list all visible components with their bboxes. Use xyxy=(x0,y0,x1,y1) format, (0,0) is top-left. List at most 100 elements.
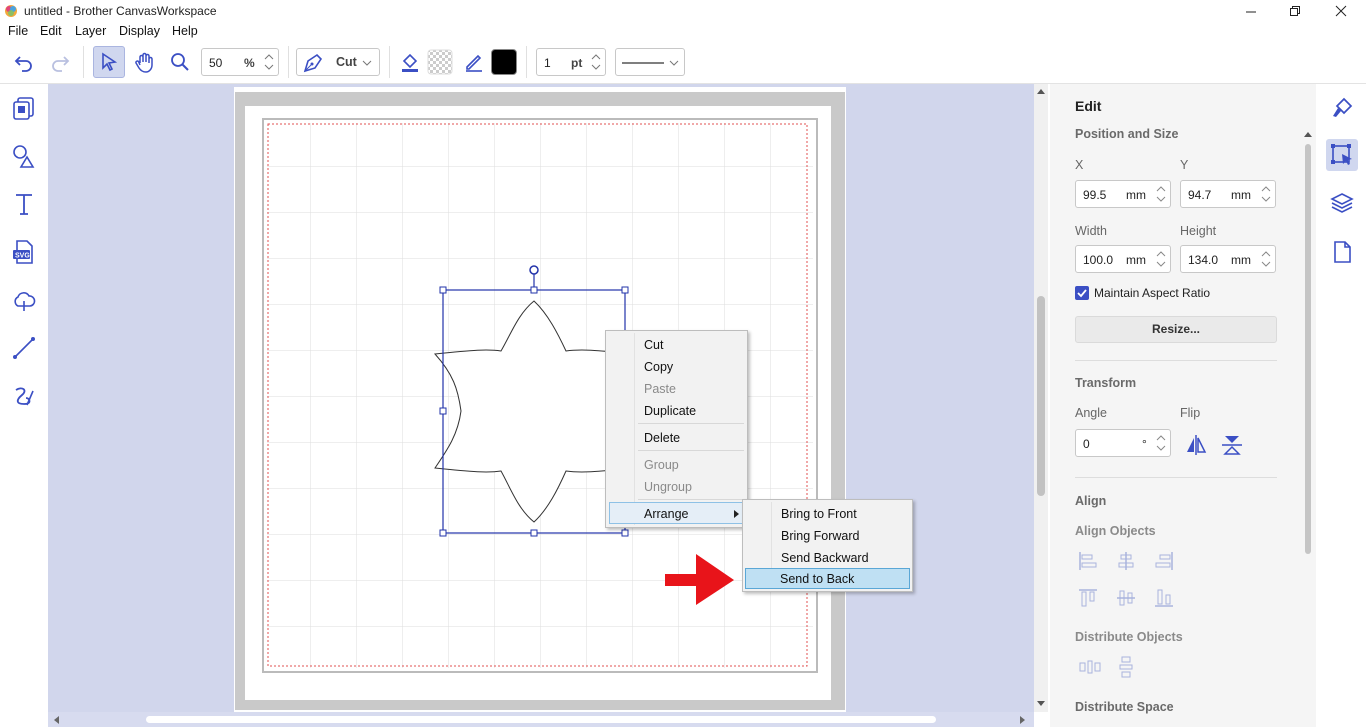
distribute-space-label: Distribute Space xyxy=(1075,700,1174,714)
resize-handle[interactable] xyxy=(439,407,447,415)
y-label: Y xyxy=(1180,158,1189,172)
menu-item-cut[interactable]: Cut xyxy=(644,338,663,352)
distribute-horizontal-icon[interactable] xyxy=(1078,657,1102,677)
line-tool[interactable] xyxy=(8,332,40,364)
align-middle-icon[interactable] xyxy=(1116,588,1136,608)
resize-handle[interactable] xyxy=(621,529,629,537)
align-right-icon[interactable] xyxy=(1154,551,1174,571)
scroll-left-icon xyxy=(54,716,59,724)
menu-item-copy[interactable]: Copy xyxy=(644,360,673,374)
flip-horizontal-icon[interactable] xyxy=(1185,434,1207,456)
rotate-handle[interactable] xyxy=(529,265,539,275)
resize-handle[interactable] xyxy=(530,529,538,537)
rail-layers-button[interactable] xyxy=(1326,187,1358,219)
menu-item-arrange[interactable]: Arrange xyxy=(609,502,745,524)
resize-handle[interactable] xyxy=(530,286,538,294)
section-position-size: Position and Size xyxy=(1075,127,1179,141)
image-trace-tool[interactable] xyxy=(8,284,40,316)
magnifier-icon xyxy=(171,53,189,71)
x-label: X xyxy=(1075,158,1084,172)
vertical-scroll-thumb[interactable] xyxy=(1037,296,1045,496)
svg-import-tool[interactable]: SVG xyxy=(8,236,40,268)
menu-item-delete[interactable]: Delete xyxy=(644,431,680,445)
arrange-submenu: Bring to Front Bring Forward Send Backwa… xyxy=(742,499,913,592)
x-field[interactable]: 99.5 mm xyxy=(1075,180,1171,208)
section-transform: Transform xyxy=(1075,376,1137,390)
menu-item-bring-to-front[interactable]: Bring to Front xyxy=(781,507,857,521)
width-stepper[interactable] xyxy=(1154,248,1168,270)
line-style-dropdown[interactable] xyxy=(615,48,685,76)
menu-item-send-to-back[interactable]: Send to Back xyxy=(745,568,910,589)
rail-edit-button[interactable] xyxy=(1326,139,1358,171)
menu-item-send-backward[interactable]: Send Backward xyxy=(781,551,869,565)
align-left-icon[interactable] xyxy=(1078,551,1098,571)
menu-edit[interactable]: Edit xyxy=(40,24,62,38)
line-width-value: 1 xyxy=(544,56,551,70)
pan-tool-button[interactable] xyxy=(129,46,161,78)
undo-button[interactable] xyxy=(8,46,40,78)
close-button[interactable] xyxy=(1318,0,1364,22)
panel-scroll-thumb[interactable] xyxy=(1305,144,1311,554)
resize-handle[interactable] xyxy=(439,529,447,537)
menu-bar: File Edit Layer Display Help xyxy=(0,22,1366,40)
menu-item-bring-forward[interactable]: Bring Forward xyxy=(781,529,860,543)
minimize-button[interactable] xyxy=(1228,0,1274,22)
canvas-vertical-scrollbar[interactable] xyxy=(1034,84,1048,712)
angle-field[interactable]: 0 ° xyxy=(1075,429,1171,457)
templates-tool[interactable] xyxy=(8,92,40,124)
menu-layer[interactable]: Layer xyxy=(75,24,106,38)
line-color-button[interactable] xyxy=(458,46,490,78)
x-stepper[interactable] xyxy=(1154,183,1168,205)
menu-file[interactable]: File xyxy=(8,24,28,38)
align-bottom-icon[interactable] xyxy=(1154,588,1174,608)
resize-button[interactable]: Resize... xyxy=(1075,316,1277,343)
line-width-stepper[interactable] xyxy=(589,51,603,73)
shapes-tool[interactable] xyxy=(8,140,40,172)
x-unit: mm xyxy=(1126,188,1146,202)
angle-stepper[interactable] xyxy=(1154,432,1168,454)
paint-brush-icon xyxy=(1333,97,1353,117)
fill-color-button[interactable] xyxy=(394,46,426,78)
canvas-area[interactable] xyxy=(48,84,1034,712)
restore-button[interactable] xyxy=(1272,0,1318,22)
toolbar-separator xyxy=(288,46,289,78)
width-label: Width xyxy=(1075,224,1107,238)
fill-pattern-button[interactable] xyxy=(424,46,456,78)
line-width-field[interactable]: 1 pt xyxy=(536,48,606,76)
zoom-stepper[interactable] xyxy=(262,51,276,73)
freehand-tool[interactable] xyxy=(8,380,40,412)
resize-handle[interactable] xyxy=(621,286,629,294)
y-stepper[interactable] xyxy=(1259,183,1273,205)
menu-item-duplicate[interactable]: Duplicate xyxy=(644,404,696,418)
menu-display[interactable]: Display xyxy=(119,24,160,38)
canvas-horizontal-scrollbar[interactable] xyxy=(48,712,1034,727)
resize-handle[interactable] xyxy=(439,286,447,294)
menu-help[interactable]: Help xyxy=(172,24,198,38)
flip-label: Flip xyxy=(1180,406,1201,420)
height-field[interactable]: 134.0 mm xyxy=(1180,245,1276,273)
align-top-icon[interactable] xyxy=(1078,588,1098,608)
rail-page-button[interactable] xyxy=(1326,236,1358,268)
select-tool-button[interactable] xyxy=(93,46,125,78)
height-stepper[interactable] xyxy=(1259,248,1273,270)
line-style-icon xyxy=(622,62,664,64)
app-logo-icon xyxy=(5,5,17,17)
zoom-tool-button[interactable] xyxy=(164,46,196,78)
rail-paint-button[interactable] xyxy=(1326,92,1358,124)
distribute-vertical-icon[interactable] xyxy=(1116,655,1136,679)
mode-dropdown[interactable]: Cut xyxy=(296,48,380,76)
redo-button[interactable] xyxy=(44,46,76,78)
flip-vertical-icon[interactable] xyxy=(1221,434,1243,456)
text-tool[interactable] xyxy=(8,188,40,220)
maintain-aspect-checkbox[interactable] xyxy=(1075,286,1089,300)
zoom-field[interactable]: 50 % xyxy=(201,48,279,76)
line-color-swatch[interactable] xyxy=(488,46,520,78)
width-field[interactable]: 100.0 mm xyxy=(1075,245,1171,273)
zoom-unit: % xyxy=(244,56,255,70)
horizontal-scroll-thumb[interactable] xyxy=(146,716,936,723)
pen-mode-icon xyxy=(303,53,323,73)
align-center-icon[interactable] xyxy=(1116,551,1136,571)
title-bar: untitled - Brother CanvasWorkspace xyxy=(0,0,1366,22)
panel-scroll-up-icon[interactable] xyxy=(1304,131,1312,137)
y-field[interactable]: 94.7 mm xyxy=(1180,180,1276,208)
